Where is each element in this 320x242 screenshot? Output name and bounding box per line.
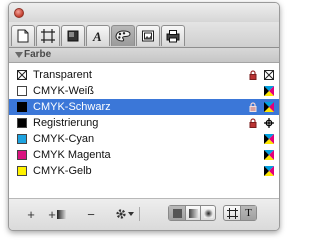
section-header-colors[interactable]: Farbe <box>9 48 279 63</box>
lock-icon <box>249 102 257 112</box>
color-row-transparent[interactable]: Transparent <box>9 67 279 83</box>
add-color-button[interactable]: + <box>25 206 37 222</box>
color-name: CMYK-Weiß <box>33 85 94 97</box>
color-swatch <box>17 150 27 160</box>
color-row-cmyk-yellow[interactable]: CMYK-Gelb <box>9 163 279 179</box>
color-name: Transparent <box>33 69 92 81</box>
image-frame-icon <box>142 30 154 42</box>
registration-icon <box>264 118 274 128</box>
text-target-button[interactable]: T <box>240 206 256 220</box>
delete-label: − <box>87 206 95 222</box>
color-name: CMYK-Schwarz <box>33 101 111 113</box>
toolbar-divider <box>139 207 140 221</box>
delete-color-button[interactable]: − <box>85 206 97 222</box>
linear-gradient-button[interactable] <box>185 206 200 220</box>
cmyk-icon <box>264 150 274 160</box>
cmyk-icon <box>264 102 274 112</box>
svg-text:A: A <box>92 29 102 43</box>
frame-target-icon <box>226 207 238 219</box>
radial-gradient-icon <box>203 208 213 218</box>
add-gradient-label: + <box>48 206 56 222</box>
palette-tabs: A <box>9 22 279 48</box>
color-swatch <box>17 166 27 176</box>
cmyk-icon <box>264 166 274 176</box>
none-icon <box>264 70 274 80</box>
tab-picture[interactable] <box>136 25 160 46</box>
tab-colors[interactable] <box>111 25 135 46</box>
disclosure-triangle-icon[interactable] <box>15 52 23 58</box>
linear-gradient-icon <box>188 208 198 218</box>
color-swatch <box>17 134 27 144</box>
color-swatch <box>17 102 27 112</box>
gradient-swatch-icon <box>56 209 66 219</box>
palette-toolbar: + + − T <box>9 199 279 230</box>
color-row-cmyk-black[interactable]: CMYK-Schwarz <box>9 99 279 115</box>
color-name: CMYK-Cyan <box>33 133 95 145</box>
color-row-cmyk-white[interactable]: CMYK-Weiß <box>9 83 279 99</box>
frame-target-button[interactable] <box>224 206 240 220</box>
color-name: CMYK-Gelb <box>33 165 92 177</box>
text-a-icon: A <box>92 29 102 43</box>
color-palette-icon <box>115 30 131 42</box>
add-gradient-button[interactable]: + <box>46 206 68 222</box>
crop-frame-icon <box>41 29 55 43</box>
tab-character[interactable]: A <box>86 25 110 46</box>
color-name: Registrierung <box>33 117 99 129</box>
color-row-registration[interactable]: Registrierung <box>9 115 279 131</box>
lock-icon <box>249 118 257 128</box>
color-swatch <box>17 86 27 96</box>
cmyk-icon <box>264 86 274 96</box>
colors-palette-window: A Farbe Transparent CMYK-Weiß CMYK-Schwa… <box>8 2 280 231</box>
color-row-cmyk-cyan[interactable]: CMYK-Cyan <box>9 131 279 147</box>
color-list: Transparent CMYK-Weiß CMYK-Schwarz Regis… <box>9 63 279 199</box>
transparent-swatch-icon <box>17 70 27 80</box>
close-button[interactable] <box>14 8 24 18</box>
print-icon <box>166 30 180 43</box>
fill-mode-segmented <box>168 205 216 221</box>
title-bar[interactable] <box>9 3 279 22</box>
chevron-down-icon <box>127 212 134 216</box>
tab-output[interactable] <box>161 25 185 46</box>
text-target-icon: T <box>245 207 252 219</box>
tab-box[interactable] <box>61 25 85 46</box>
radial-gradient-button[interactable] <box>200 206 215 220</box>
target-segmented: T <box>223 205 257 221</box>
color-swatch <box>17 118 27 128</box>
gear-icon <box>115 209 126 219</box>
tab-document[interactable] <box>11 25 35 46</box>
add-label: + <box>27 206 35 222</box>
actions-menu-button[interactable] <box>114 207 134 221</box>
lock-icon <box>249 70 257 80</box>
cmyk-icon <box>264 134 274 144</box>
color-name: CMYK Magenta <box>33 149 111 161</box>
document-icon <box>17 29 29 43</box>
solid-fill-button[interactable] <box>169 206 185 220</box>
shadow-box-icon <box>67 30 79 42</box>
color-row-cmyk-magenta[interactable]: CMYK Magenta <box>9 147 279 163</box>
solid-fill-icon <box>172 208 182 218</box>
section-title: Farbe <box>24 49 52 60</box>
tab-frame[interactable] <box>36 25 60 46</box>
